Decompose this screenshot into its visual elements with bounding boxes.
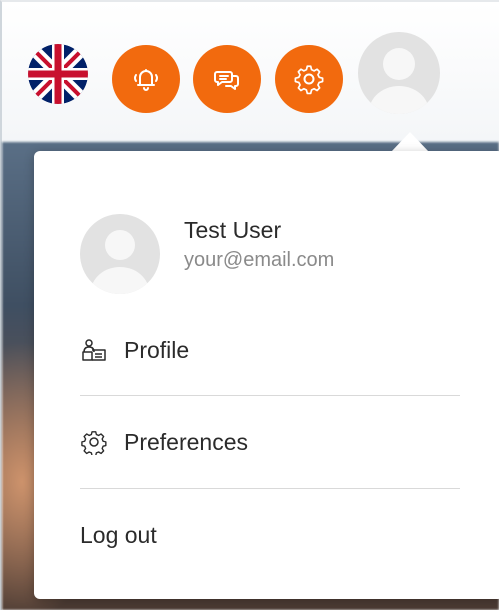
menu-divider: [80, 395, 460, 396]
user-avatar-button[interactable]: [358, 32, 440, 114]
language-selector[interactable]: [28, 44, 88, 104]
user-avatar-icon: [369, 48, 429, 114]
chat-bubbles-icon: [214, 71, 239, 90]
user-dropdown-menu: Test User your@email.com Profile Prefere…: [34, 151, 499, 599]
user-name: Test User: [184, 217, 282, 243]
dropdown-caret: [391, 132, 429, 152]
profile-card-icon: [80, 336, 108, 364]
user-email: your@email.com: [184, 249, 335, 271]
gear-icon: [294, 65, 324, 95]
user-avatar: [80, 214, 160, 294]
settings-button[interactable]: [275, 45, 343, 113]
menu-divider: [80, 488, 460, 489]
messages-button[interactable]: [193, 45, 261, 113]
gear-outline-icon: [80, 428, 108, 456]
notifications-button[interactable]: [112, 45, 180, 113]
uk-flag-icon: [28, 44, 88, 104]
menu-item-label: Profile: [124, 336, 190, 363]
bell-icon: [134, 69, 158, 91]
menu-item-preferences[interactable]: Preferences: [80, 422, 248, 462]
menu-item-label: Log out: [80, 521, 157, 548]
user-avatar-icon: [91, 230, 149, 294]
menu-item-label: Preferences: [124, 428, 249, 455]
menu-item-logout[interactable]: Log out: [80, 515, 157, 555]
menu-item-profile[interactable]: Profile: [80, 330, 189, 370]
